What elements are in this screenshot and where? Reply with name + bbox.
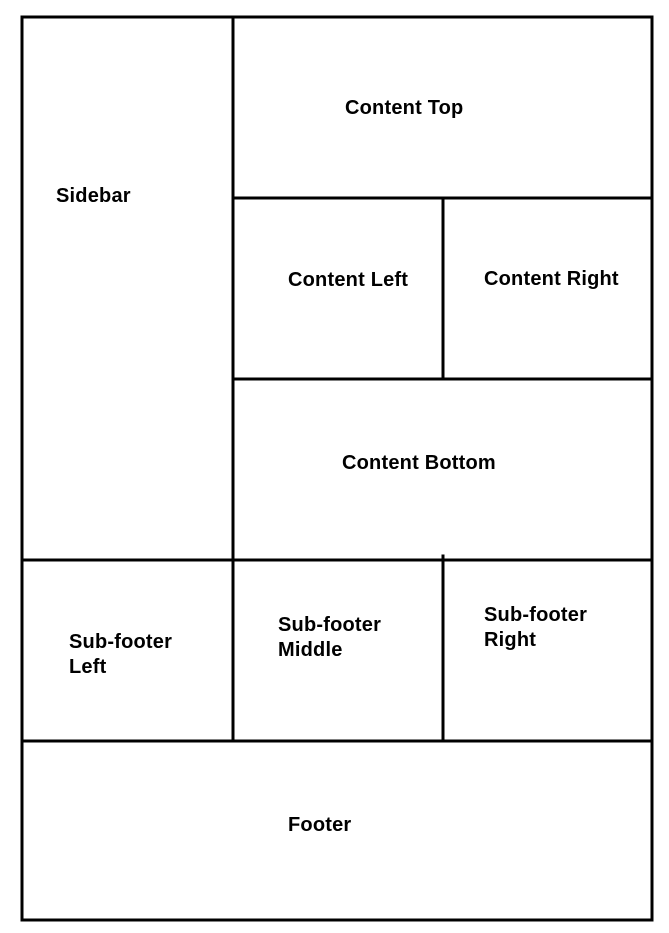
subfooter-middle-region-label: Sub-footer Middle [278, 613, 381, 663]
content-top-label-line: Content Top [345, 97, 464, 119]
subfooter-right-label-line-2: Right [484, 629, 537, 651]
footer-label-line: Footer [288, 814, 352, 836]
subfooter-middle-label-line-2: Middle [278, 639, 343, 661]
content-right-label-line: Content Right [484, 268, 619, 290]
outer-frame [20, 15, 654, 922]
content-bottom-label-line: Content Bottom [342, 452, 496, 474]
content-top-region-label: Content Top [345, 96, 463, 121]
content-right-region-label: Content Right [484, 267, 619, 292]
sidebar-region-label: Sidebar [56, 184, 131, 209]
subfooter-right-label-line-1: Sub-footer [484, 604, 588, 626]
sidebar-label-line: Sidebar [56, 185, 131, 207]
content-bottom-region-label: Content Bottom [342, 451, 496, 476]
subfooter-right-region-label: Sub-footer Right [484, 603, 587, 653]
content-left-label-line: Content Left [288, 269, 409, 291]
content-left-region-label: Content Left [288, 268, 408, 293]
layout-diagram [20, 15, 654, 922]
subfooter-left-region-label: Sub-footer Left [69, 630, 172, 680]
subfooter-middle-label-line-1: Sub-footer [278, 614, 382, 636]
subfooter-left-label-line-1: Sub-footer [69, 631, 173, 653]
footer-region-label: Footer [288, 813, 351, 838]
subfooter-left-label-line-2: Left [69, 656, 107, 678]
